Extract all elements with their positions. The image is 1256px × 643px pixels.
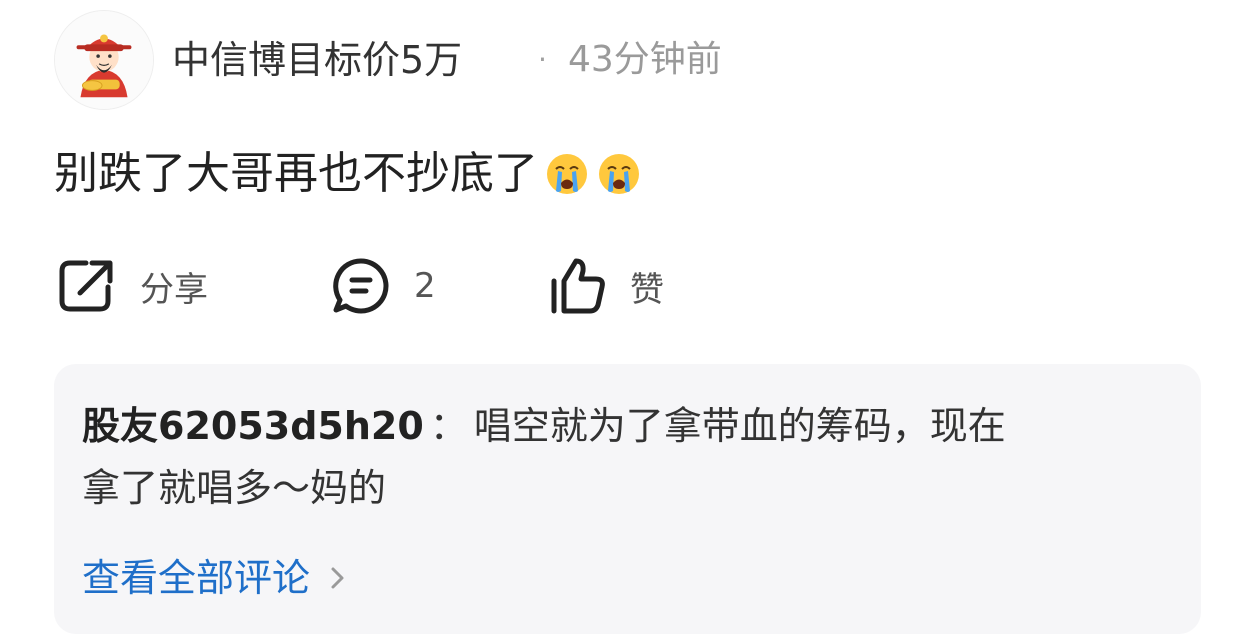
comment-text-line-2: 拿了就唱多～妈的 xyxy=(82,466,387,510)
comment-preview-line-1: 股友62053d5h20：唱空就为了拿带血的筹码，现在 xyxy=(82,400,1006,452)
username[interactable]: 中信博目标价5万 xyxy=(172,34,462,86)
post-content[interactable]: 别跌了大哥再也不抄底了 xyxy=(54,144,642,204)
comment-colon: ： xyxy=(429,404,468,448)
avatar[interactable] xyxy=(54,10,154,110)
comment-preview-card[interactable]: 股友62053d5h20：唱空就为了拿带血的筹码，现在 拿了就唱多～妈的 查看全… xyxy=(54,364,1201,634)
separator-dot: · xyxy=(538,43,547,76)
comment-button[interactable]: 2 xyxy=(330,256,436,316)
comment-count: 2 xyxy=(414,266,436,306)
crying-face-emoji-icon xyxy=(596,151,642,197)
comment-text-line-1: 唱空就为了拿带血的筹码，现在 xyxy=(473,404,1006,448)
comment-author[interactable]: 股友62053d5h20 xyxy=(82,404,424,448)
god-of-wealth-avatar-icon xyxy=(55,11,153,109)
view-all-comments-label: 查看全部评论 xyxy=(82,556,311,600)
like-label: 赞 xyxy=(630,269,664,310)
thumbs-up-icon xyxy=(551,258,605,314)
post-text: 别跌了大哥再也不抄底了 xyxy=(54,148,538,199)
share-button[interactable]: 分享 xyxy=(56,256,208,316)
share-label: 分享 xyxy=(140,269,208,310)
share-icon xyxy=(59,260,113,312)
view-all-comments-link[interactable]: 查看全部评论 xyxy=(82,552,350,604)
like-button[interactable]: 赞 xyxy=(546,256,664,316)
chevron-right-icon xyxy=(331,567,344,589)
comment-icon xyxy=(333,258,389,314)
crying-face-emoji-icon xyxy=(544,151,590,197)
post-time: 43分钟前 xyxy=(568,39,722,80)
